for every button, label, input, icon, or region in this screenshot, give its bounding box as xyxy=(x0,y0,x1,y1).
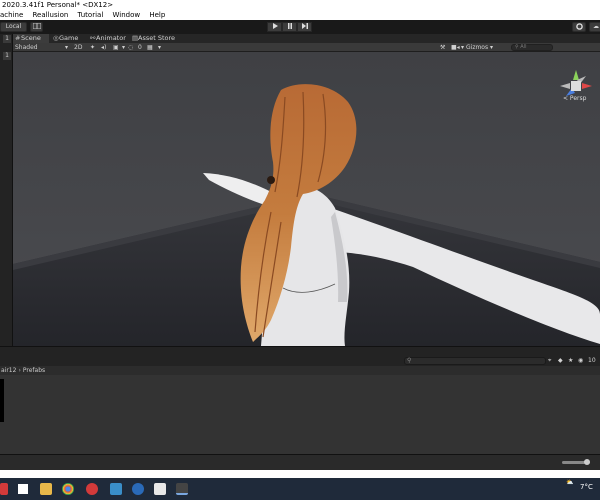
breadcrumb-separator-icon: › xyxy=(18,367,21,374)
weather-icon: ⛅ xyxy=(566,479,574,486)
menu-reallusion[interactable]: Reallusion xyxy=(33,10,69,20)
unity-editor-icon[interactable] xyxy=(176,483,188,495)
windows-start-icon[interactable] xyxy=(18,484,28,494)
step-button[interactable] xyxy=(297,22,312,32)
menu-machine[interactable]: achine xyxy=(0,10,23,20)
orientation-gizmo[interactable] xyxy=(558,62,594,110)
tab-asset-store-label: Asset Store xyxy=(138,34,176,42)
file-explorer-icon[interactable] xyxy=(40,483,52,495)
pause-button[interactable] xyxy=(282,22,297,32)
play-button[interactable] xyxy=(267,22,282,32)
filter-by-type-icon[interactable]: ⌖ xyxy=(548,357,551,365)
star-icon[interactable]: ★ xyxy=(568,357,573,364)
pause-icon xyxy=(287,23,292,29)
window-title: 2020.3.41f1 Personal* <DX12> xyxy=(0,0,600,10)
camera-icon[interactable]: ■◂ xyxy=(451,43,460,52)
tab-game-label: Game xyxy=(59,34,79,42)
grid-visibility-icon[interactable]: ▦ xyxy=(147,43,153,52)
weather-temp[interactable]: ⛅ 7°C xyxy=(566,479,593,491)
chevron-down-icon[interactable]: ▾ xyxy=(122,43,125,52)
unity-icon[interactable] xyxy=(154,483,166,495)
breadcrumb: air12 › Prefabs xyxy=(0,366,600,375)
breadcrumb-folder[interactable]: air12 xyxy=(1,367,16,374)
asset-count: 10 xyxy=(588,357,596,364)
prefab-thumbnail[interactable] xyxy=(0,379,4,422)
cloud-icon: ☁ xyxy=(593,23,599,30)
chevron-down-icon[interactable]: ▾ xyxy=(461,43,464,52)
services-button[interactable] xyxy=(572,22,586,32)
pivot-local-button[interactable]: Local xyxy=(0,22,27,32)
scene-render xyxy=(13,52,600,346)
slider-knob[interactable] xyxy=(584,459,590,465)
taskbar-separator xyxy=(0,470,600,478)
2d-toggle-label: 2D xyxy=(74,44,83,51)
2d-toggle[interactable]: 2D xyxy=(74,43,84,52)
layer-number[interactable]: 1 xyxy=(3,52,11,60)
tools-icon[interactable]: ⚒ xyxy=(440,43,445,52)
windows-taskbar: ⛅ 7°C xyxy=(0,478,600,500)
fx-count: 0 xyxy=(138,44,142,51)
gizmo-y-arrow[interactable] xyxy=(573,70,579,80)
playback-controls xyxy=(267,22,312,32)
tab-animator-label: Animator xyxy=(96,34,126,42)
account-button[interactable]: ☁ xyxy=(589,22,600,32)
pinned-app-icon[interactable] xyxy=(0,483,8,495)
tab-scene[interactable]: #Scene xyxy=(13,34,49,43)
projection-label[interactable]: < Persp xyxy=(563,95,586,102)
chevron-down-icon[interactable]: ▾ xyxy=(158,43,161,52)
hierarchy-panel-edge: 1 1 xyxy=(0,34,13,346)
gizmos-label: Gizmos xyxy=(466,44,489,51)
menu-tutorial[interactable]: Tutorial xyxy=(78,10,104,20)
menu-window[interactable]: Window xyxy=(113,10,141,20)
chevron-down-icon: ▾ xyxy=(65,44,69,51)
chrome-icon[interactable] xyxy=(62,483,74,495)
tab-scene-label: Scene xyxy=(21,34,41,42)
ccleaner-icon[interactable] xyxy=(132,483,144,495)
grid-icon xyxy=(32,22,41,30)
gear-icon xyxy=(575,23,583,30)
project-toolbar: ⚲ ⌖ ◆ ★ ◉ 10 xyxy=(0,346,600,365)
gizmo-neg-x-arrow[interactable] xyxy=(560,83,570,89)
tab-asset-store[interactable]: ▤Asset Store xyxy=(130,34,180,43)
grid-snap-button[interactable] xyxy=(30,22,43,32)
status-bar xyxy=(0,454,600,470)
project-search-input[interactable]: ⚲ xyxy=(404,357,546,365)
scene-search-input[interactable]: ⚲ All xyxy=(511,44,553,51)
project-panel: ⚲ ⌖ ◆ ★ ◉ 10 air12 › Prefabs xyxy=(0,346,600,454)
weather-label: 7°C xyxy=(580,483,593,491)
gizmos-dropdown[interactable]: Gizmos ▾ xyxy=(466,43,493,52)
tab-game[interactable]: ◎Game xyxy=(51,34,87,43)
filter-by-label-icon[interactable]: ◆ xyxy=(558,357,563,364)
hair-tie xyxy=(267,176,275,184)
scene-viewport[interactable]: < Persp xyxy=(13,52,600,346)
local-label: Local xyxy=(5,23,22,30)
search-icon: ⚲ xyxy=(515,44,519,50)
window-tabs: #Scene ◎Game ⚯Animator ▤Asset Store xyxy=(13,34,600,43)
shading-mode-label: Shaded xyxy=(15,44,38,51)
layer-number[interactable]: 1 xyxy=(3,35,11,43)
audio-icon[interactable]: ◂) xyxy=(101,43,106,52)
hidden-objects-icon[interactable]: ◌ xyxy=(128,43,133,52)
menu-bar: achine Reallusion Tutorial Window Help xyxy=(0,10,600,20)
main-toolbar: Local ☁ xyxy=(0,20,600,34)
unity-hub-icon[interactable] xyxy=(110,483,122,495)
search-placeholder: All xyxy=(520,44,527,50)
step-icon xyxy=(301,23,308,29)
menu-help[interactable]: Help xyxy=(149,10,165,20)
gizmo-x-arrow[interactable] xyxy=(582,83,592,89)
search-icon: ⚲ xyxy=(407,357,412,364)
scene-toolbar: Shaded ▾ 2D ✦ ◂) ▣ ▾ ◌ 0 ▦ ▾ ⚒ ■◂ ▾ Gizm… xyxy=(13,43,600,52)
effects-icon[interactable]: ▣ xyxy=(113,43,119,52)
play-icon xyxy=(272,23,278,29)
breadcrumb-current[interactable]: Prefabs xyxy=(23,367,45,374)
project-assets-grid[interactable] xyxy=(0,375,600,454)
lighting-icon[interactable]: ✦ xyxy=(90,43,95,52)
opera-icon[interactable] xyxy=(86,483,98,495)
shading-mode-dropdown[interactable]: Shaded ▾ xyxy=(15,43,71,52)
tab-animator[interactable]: ⚯Animator xyxy=(88,34,130,43)
gizmo-center[interactable] xyxy=(571,81,581,91)
eye-icon[interactable]: ◉ xyxy=(578,357,583,364)
